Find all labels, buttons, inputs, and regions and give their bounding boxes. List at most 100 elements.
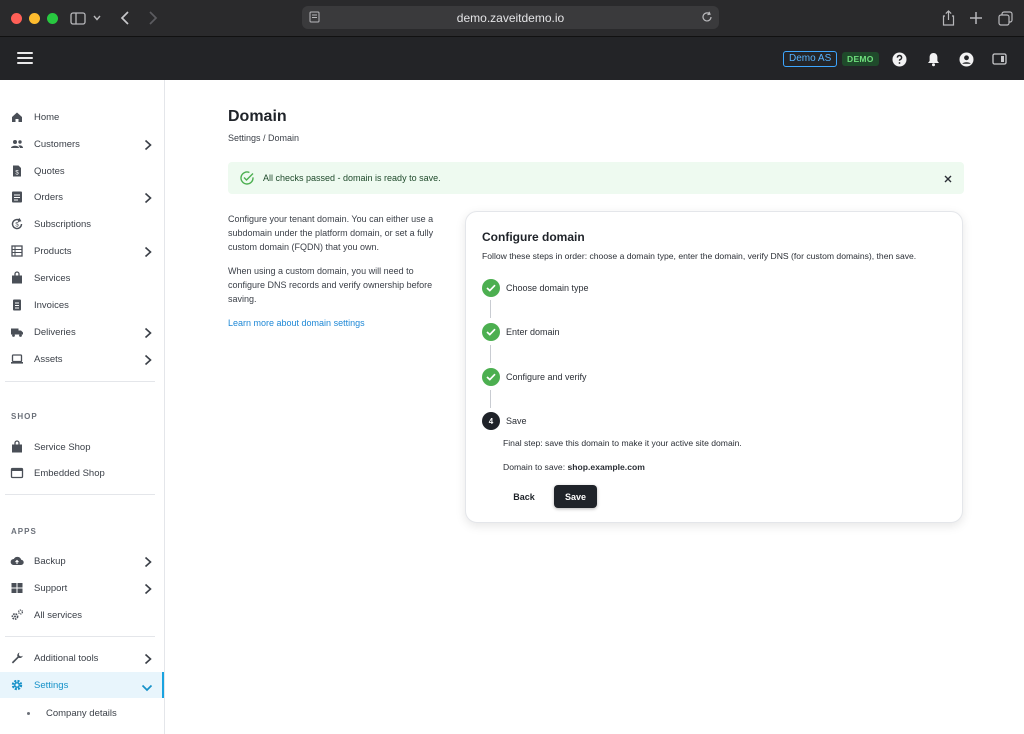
sidebar-divider [5,636,155,637]
chevron-down-icon[interactable] [91,9,103,27]
sidebar-item-label: Subscriptions [34,218,92,230]
shop-bag-icon [10,440,24,454]
maximize-window-button[interactable] [47,12,58,24]
sidebar-item-service-shop[interactable]: Service Shop [0,434,164,460]
card-description: Follow these steps in order: choose a do… [482,251,917,261]
chevron-right-icon[interactable] [143,353,153,366]
users-icon [10,137,24,151]
sidebar-item-label: All services [34,609,83,621]
breadcrumb[interactable]: Settings / Domain [228,133,299,143]
save-button[interactable]: Save [554,485,597,508]
final-step-text: Final step: save this domain to make it … [503,438,742,448]
sidebar-item-support[interactable]: Support [0,575,164,601]
sidebar-item-products[interactable]: Products [0,238,164,264]
sidebar-item-subscriptions[interactable]: $ Subscriptions [0,211,164,237]
chevron-down-icon[interactable] [141,680,153,692]
sidebar-item-label: Support [34,582,68,594]
sidebar-item-label: Deliveries [34,326,76,338]
chevron-right-icon[interactable] [143,652,153,665]
sidebar-item-label: Home [34,111,60,123]
window-controls [11,12,58,24]
sidebar-item-settings[interactable]: Settings [0,672,164,698]
sidebar-item-assets[interactable]: Assets [0,346,164,372]
chevron-right-icon[interactable] [143,245,153,258]
environment-badge: DEMO [842,52,879,66]
sidebar-item-embedded-shop[interactable]: Embedded Shop [0,460,164,486]
sidebar-item-home[interactable]: Home [0,104,164,130]
sidebar-item-customers[interactable]: Customers [0,131,164,157]
sidebar-subitem-label: Company details [46,708,117,719]
sidebar-item-label: Additional tools [34,652,99,664]
domain-to-save: Domain to save: shop.example.com [503,462,645,472]
chevron-right-icon[interactable] [143,326,153,339]
check-icon [482,279,500,297]
sidebar-item-deliveries[interactable]: Deliveries [0,319,164,345]
configure-domain-card: Configure domain Follow these steps in o… [465,211,963,523]
bell-icon[interactable] [925,51,941,67]
domain-label: Domain to save: [503,462,566,472]
receipt-icon [10,298,24,312]
menu-icon[interactable] [17,52,33,65]
user-avatar-icon[interactable] [958,51,974,67]
bullet-icon [27,712,30,715]
step-connector [490,345,491,363]
chevron-right-icon[interactable] [143,191,153,204]
chevron-right-icon[interactable] [143,582,153,595]
back-arrow-icon[interactable] [116,9,134,27]
chevron-right-icon[interactable] [143,555,153,568]
url-text: demo.zaveitdemo.io [456,10,565,25]
sidebar-item-orders[interactable]: Orders [0,184,164,210]
card-title: Configure domain [482,230,585,244]
tab-overview-icon[interactable] [996,9,1014,27]
step-number: 4 [482,412,500,430]
cloud-upload-icon [10,554,24,568]
bag-icon [10,271,24,285]
minimize-window-button[interactable] [29,12,40,24]
sidebar-item-label: Backup [34,555,66,567]
step-label: Save [506,416,527,426]
sidebar-item-label: Service Shop [34,441,91,453]
cogs-icon [10,608,24,622]
reload-icon[interactable] [701,11,713,26]
app-header: Demo AS DEMO [0,36,1024,80]
sidebar-item-all-services[interactable]: All services [0,602,164,628]
sidebar-item-label: Assets [34,353,63,365]
forward-arrow-icon[interactable] [144,9,162,27]
laptop-icon [10,352,24,366]
sidebar-item-label: Quotes [34,165,65,177]
sidebar-item-quotes[interactable]: $ Quotes [0,158,164,184]
step-connector [490,390,491,408]
step-label: Choose domain type [506,283,589,293]
sidebar-item-label: Embedded Shop [34,467,105,479]
list-icon [10,190,24,204]
chevron-right-icon[interactable] [143,138,153,151]
sidebar-item-additional-tools[interactable]: Additional tools [0,645,164,671]
address-bar[interactable]: demo.zaveitdemo.io [302,6,719,29]
truck-icon [10,325,24,339]
sidebar-item-label: Customers [34,138,80,150]
new-tab-icon[interactable] [967,9,985,27]
gear-icon [10,678,24,692]
sidebar-item-backup[interactable]: Backup [0,548,164,574]
panel-toggle-icon[interactable] [991,51,1007,67]
sidebar-item-label: Invoices [34,299,69,311]
page-title: Domain [228,108,287,125]
learn-more-link[interactable]: Learn more about domain settings [228,318,365,328]
close-icon[interactable] [942,172,954,184]
page-icon [309,11,320,26]
window-icon [10,466,24,480]
sidebar-item-label: Services [34,272,71,284]
sidebar-toggle-icon[interactable] [69,9,87,27]
sidebar-item-services[interactable]: Services [0,265,164,291]
tenant-badge[interactable]: Demo AS [783,51,838,67]
intro-paragraph: When using a custom domain, you will nee… [228,266,433,304]
share-icon[interactable] [939,9,957,27]
sidebar-item-label: Products [34,245,72,257]
help-icon[interactable] [891,51,907,67]
sidebar-item-label: Settings [34,679,69,691]
browser-toolbar: demo.zaveitdemo.io [0,0,1024,36]
sidebar-subitem-company-details[interactable]: Company details [0,700,164,726]
back-button[interactable]: Back [502,485,546,508]
sidebar-item-invoices[interactable]: Invoices [0,292,164,318]
close-window-button[interactable] [11,12,22,24]
